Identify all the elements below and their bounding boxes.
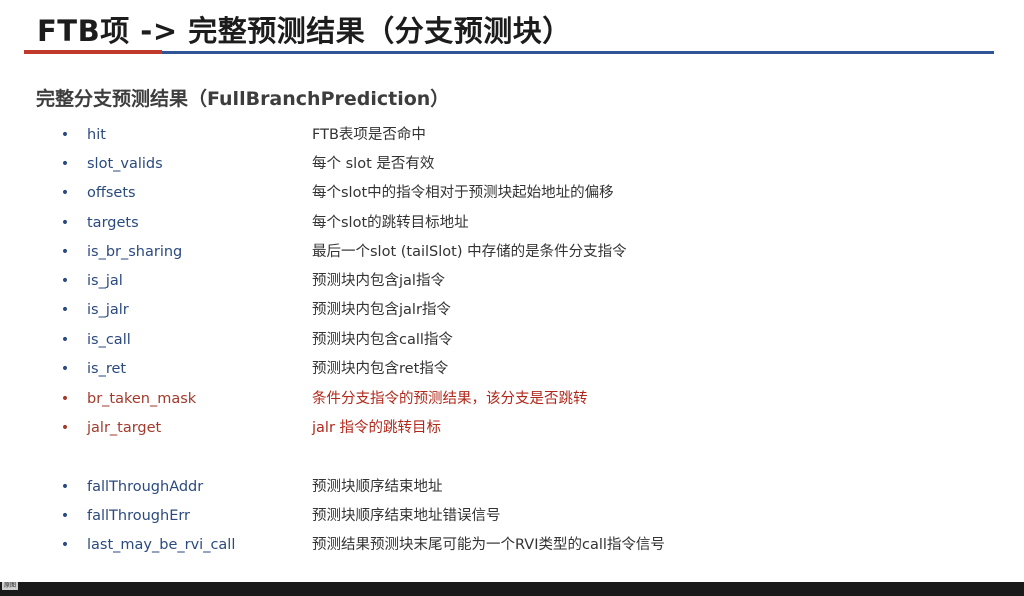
bullet-icon: • bbox=[60, 361, 70, 377]
field-name: offsets bbox=[87, 185, 136, 201]
corner-label: 原图 bbox=[2, 582, 19, 590]
field-description: 条件分支指令的预测结果，该分支是否跳转 bbox=[312, 391, 588, 407]
list-item: • is_ret 预测块内包含ret指令 bbox=[0, 357, 1024, 381]
bullet-icon: • bbox=[60, 273, 70, 289]
list-item: • is_call 预测块内包含call指令 bbox=[0, 328, 1024, 352]
field-description: 预测块内包含ret指令 bbox=[312, 361, 449, 377]
slide-title: FTB项 -> 完整预测结果（分支预测块） bbox=[37, 14, 572, 48]
list-item: • fallThroughErr 预测块顺序结束地址错误信号 bbox=[0, 504, 1024, 528]
bullet-icon: • bbox=[60, 508, 70, 524]
list-item: • br_taken_mask 条件分支指令的预测结果，该分支是否跳转 bbox=[0, 387, 1024, 411]
bullet-icon: • bbox=[60, 332, 70, 348]
field-description: 每个 slot 是否有效 bbox=[312, 156, 435, 172]
field-name: is_br_sharing bbox=[87, 244, 183, 260]
field-name: is_jalr bbox=[87, 302, 129, 318]
field-name: is_ret bbox=[87, 361, 127, 377]
field-description: 每个slot的跳转目标地址 bbox=[312, 215, 469, 231]
field-description: jalr 指令的跳转目标 bbox=[312, 420, 442, 436]
field-name: last_may_be_rvi_call bbox=[87, 537, 236, 553]
field-name: is_call bbox=[87, 332, 131, 348]
field-name: hit bbox=[87, 127, 106, 143]
field-description: 预测块顺序结束地址 bbox=[312, 479, 443, 495]
list-item: • hit FTB表项是否命中 bbox=[0, 123, 1024, 147]
list-item: • is_jal 预测块内包含jal指令 bbox=[0, 269, 1024, 293]
list-item: • slot_valids 每个 slot 是否有效 bbox=[0, 152, 1024, 176]
field-name: jalr_target bbox=[87, 420, 162, 436]
field-name: slot_valids bbox=[87, 156, 163, 172]
title-underline-blue bbox=[162, 51, 994, 54]
field-description: 最后一个slot (tailSlot) 中存储的是条件分支指令 bbox=[312, 244, 627, 260]
list-item: • fallThroughAddr 预测块顺序结束地址 bbox=[0, 475, 1024, 499]
field-description: 每个slot中的指令相对于预测块起始地址的偏移 bbox=[312, 185, 614, 201]
field-description: 预测结果预测块末尾可能为一个RVI类型的call指令信号 bbox=[312, 537, 665, 553]
field-name: is_jal bbox=[87, 273, 123, 289]
field-description: 预测块内包含jalr指令 bbox=[312, 302, 451, 318]
field-name: targets bbox=[87, 215, 139, 231]
bullet-icon: • bbox=[60, 479, 70, 495]
field-name: fallThroughAddr bbox=[87, 479, 204, 495]
list-item: • last_may_be_rvi_call 预测结果预测块末尾可能为一个RVI类型… bbox=[0, 533, 1024, 557]
field-name: fallThroughErr bbox=[87, 508, 191, 524]
field-description: 预测块顺序结束地址错误信号 bbox=[312, 508, 501, 524]
bullet-icon: • bbox=[60, 391, 70, 407]
bullet-icon: • bbox=[60, 537, 70, 553]
list-item: • targets 每个slot的跳转目标地址 bbox=[0, 211, 1024, 235]
title-underline-red bbox=[24, 50, 162, 54]
bullet-icon: • bbox=[60, 215, 70, 231]
list-item: • is_jalr 预测块内包含jalr指令 bbox=[0, 298, 1024, 322]
list-item: • offsets 每个slot中的指令相对于预测块起始地址的偏移 bbox=[0, 181, 1024, 205]
video-bottom-bar bbox=[0, 582, 1024, 596]
bullet-icon: • bbox=[60, 156, 70, 172]
list-item: • jalr_target jalr 指令的跳转目标 bbox=[0, 416, 1024, 440]
field-description: 预测块内包含call指令 bbox=[312, 332, 453, 348]
field-description: FTB表项是否命中 bbox=[312, 127, 426, 143]
field-description: 预测块内包含jal指令 bbox=[312, 273, 445, 289]
list-item: • is_br_sharing 最后一个slot (tailSlot) 中存储的是条… bbox=[0, 240, 1024, 264]
slide: FTB项 -> 完整预测结果（分支预测块） 完整分支预测结果（FullBranc… bbox=[0, 0, 1024, 582]
bullet-icon: • bbox=[60, 302, 70, 318]
field-name: br_taken_mask bbox=[87, 391, 197, 407]
bullet-icon: • bbox=[60, 127, 70, 143]
bullet-icon: • bbox=[60, 420, 70, 436]
bullet-icon: • bbox=[60, 244, 70, 260]
bullet-icon: • bbox=[60, 185, 70, 201]
section-heading: 完整分支预测结果（FullBranchPrediction） bbox=[36, 88, 450, 110]
